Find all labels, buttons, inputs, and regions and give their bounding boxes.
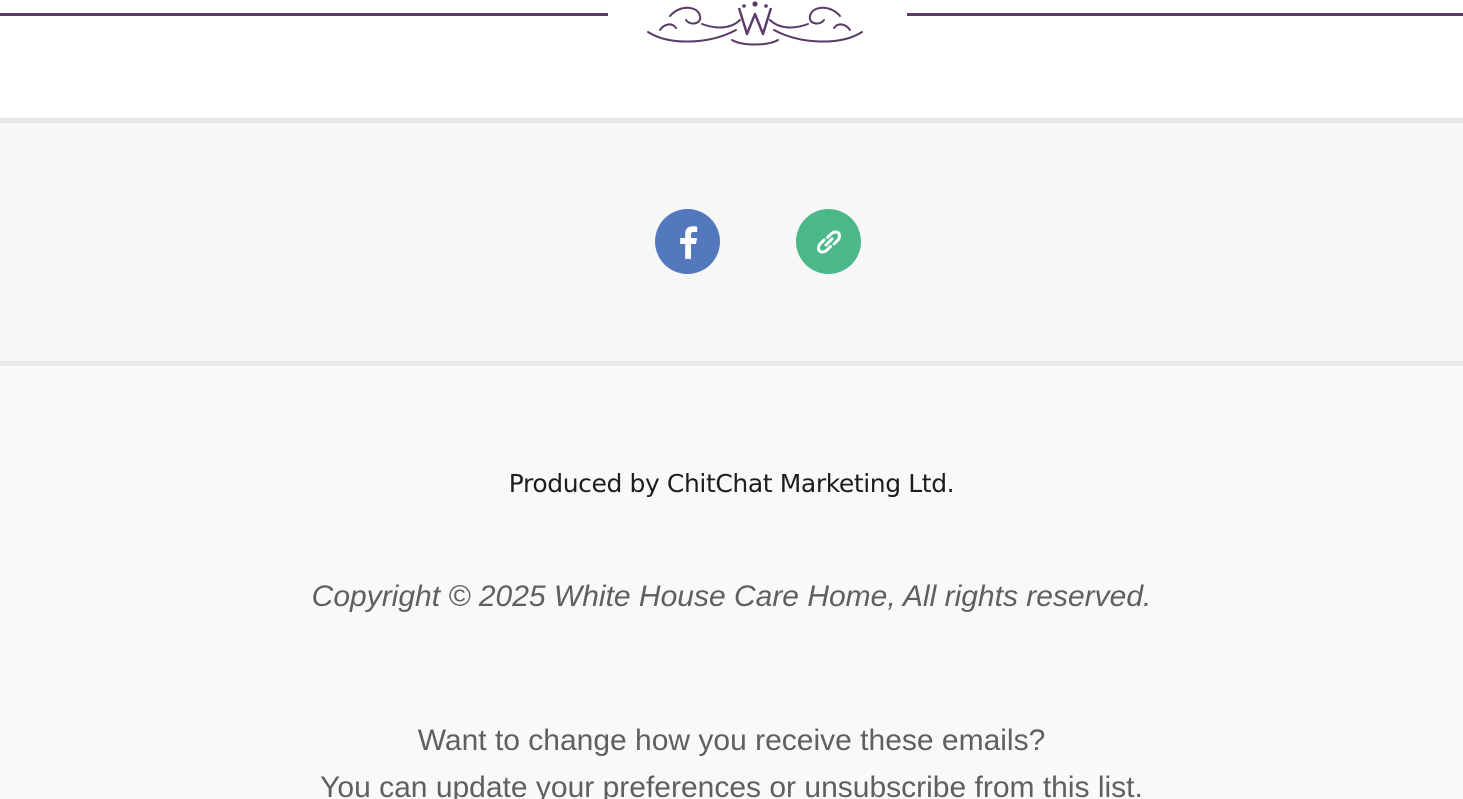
- preferences-suffix: .: [1134, 771, 1143, 799]
- preferences-middle: or: [761, 771, 805, 799]
- preferences-line: You can update your preferences or unsub…: [0, 771, 1463, 799]
- divider-line-left: [0, 13, 608, 16]
- copyright-text: Copyright © 2025 White House Care Home, …: [311, 580, 1152, 613]
- produced-by-text: Produced by ChitChat Marketing Ltd.: [508, 469, 955, 498]
- update-preferences-link[interactable]: update your preferences: [436, 771, 761, 799]
- website-link-button[interactable]: [796, 209, 861, 274]
- header-divider-band: [0, 0, 1463, 118]
- email-footer-page: Produced by ChitChat Marketing Ltd. Copy…: [0, 0, 1463, 799]
- unsubscribe-link[interactable]: unsubscribe from this list: [804, 771, 1134, 799]
- monogram-ornament-logo: [647, 1, 863, 46]
- link-icon: [816, 229, 841, 254]
- divider-line-right: [907, 13, 1463, 16]
- social-links-band: [0, 123, 1463, 361]
- preferences-question: Want to change how you receive these ema…: [417, 724, 1046, 757]
- facebook-icon: [679, 225, 697, 259]
- footer: Produced by ChitChat Marketing Ltd. Copy…: [0, 366, 1463, 799]
- facebook-button[interactable]: [655, 209, 720, 274]
- preferences-prefix: You can: [320, 771, 436, 799]
